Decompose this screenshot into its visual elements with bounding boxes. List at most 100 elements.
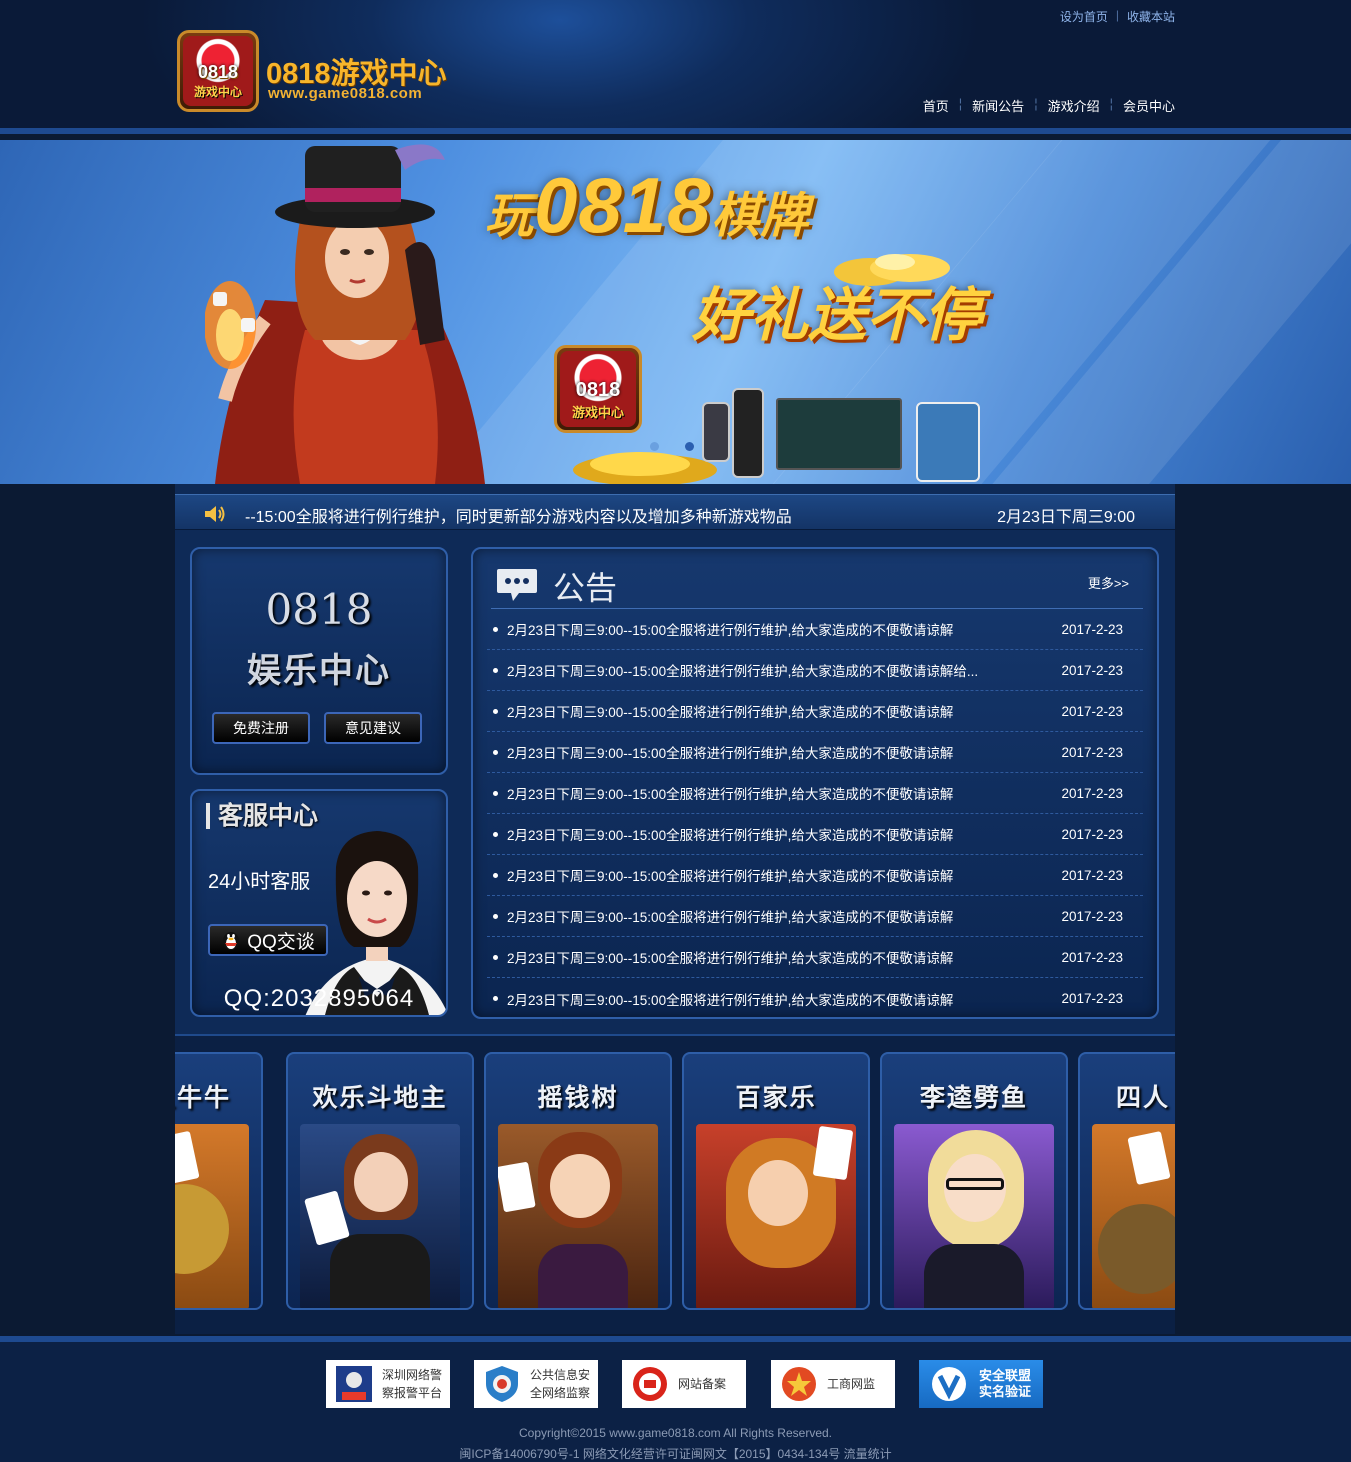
site-header: 0818 游戏中心 0818 游戏中心 www.game0818.com 设为首页…	[0, 0, 1351, 134]
ticker-time: 2月23日下周三9:00	[997, 509, 1135, 526]
list-item[interactable]: 2月23日下周三9:00--15:00全服将进行例行维护,给大家造成的不便敬请谅…	[487, 896, 1143, 937]
register-button[interactable]: 免费注册	[212, 712, 310, 744]
entertainment-title-number: 0818	[265, 585, 373, 634]
game-name: 人牛牛	[175, 1084, 231, 1112]
list-item[interactable]: 2月23日下周三9:00--15:00全服将进行例行维护,给大家造成的不便敬请谅…	[487, 609, 1143, 650]
list-item[interactable]: 2月23日下周三9:00--15:00全服将进行例行维护,给大家造成的不便敬请谅…	[487, 650, 1143, 691]
news-text: 2月23日下周三9:00--15:00全服将进行例行维护,给大家造成的不便敬请谅…	[507, 992, 954, 1008]
emblem-icon	[782, 1367, 816, 1401]
set-homepage-link[interactable]: 设为首页	[1060, 8, 1108, 25]
game-name: 百家乐	[735, 1084, 817, 1112]
news-date: 2017-2-23	[1061, 621, 1123, 637]
qq-chat-button[interactable]: QQ交谈	[208, 924, 328, 956]
list-item[interactable]: 2月23日下周三9:00--15:00全服将进行例行维护,给大家造成的不便敬请谅…	[487, 691, 1143, 732]
feedback-button[interactable]: 意见建议	[324, 712, 422, 744]
business-monitor-badge[interactable]: 工商网监	[771, 1360, 895, 1408]
badge-line2: 全网络监察	[530, 1386, 591, 1400]
news-text: 2月23日下周三9:00--15:00全服将进行例行维护,给大家造成的不便敬请谅…	[507, 787, 954, 802]
news-date: 2017-2-23	[1061, 744, 1123, 760]
announcement-ticker: --15:00全服将进行例行维护，同时更新部分游戏内容以及增加多种新游戏物品 2…	[175, 494, 1175, 530]
badge-line2: 察报警平台	[382, 1386, 443, 1400]
news-text: 2月23日下周三9:00--15:00全服将进行例行维护,给大家造成的不便敬请谅…	[507, 623, 954, 638]
qq-number: QQ:2032895064	[223, 985, 415, 1012]
list-item[interactable]: 2月23日下周三9:00--15:00全服将进行例行维护,给大家造成的不便敬请谅…	[487, 937, 1143, 978]
news-date: 2017-2-23	[1061, 826, 1123, 842]
phone-device-icon	[702, 402, 730, 462]
bookmark-link[interactable]: 收藏本站	[1127, 8, 1175, 25]
site-footer: 深圳网络警察报警平台 公共信息安 全网络监察 网站备案 工商网监 安全联盟 实名验证…	[0, 1336, 1351, 1462]
filing-seal-icon	[633, 1367, 667, 1401]
game-art-fishing	[894, 1124, 1054, 1308]
game-card[interactable]: 李逵劈鱼	[880, 1052, 1068, 1310]
game-name: 李逵劈鱼	[919, 1084, 1028, 1112]
news-text: 2月23日下周三9:00--15:00全服将进行例行维护,给大家造成的不便敬请谅…	[507, 910, 954, 925]
bullet	[493, 790, 498, 796]
news-text: 2月23日下周三9:00--15:00全服将进行例行维护,给大家造成的不便敬请谅…	[507, 951, 954, 966]
bullet	[493, 996, 498, 1001]
main-nav: 首页 ¦ 新闻公告 ¦ 游戏介绍 ¦ 会员中心	[913, 96, 1175, 115]
brand-url[interactable]: www.game0818.com	[268, 85, 422, 102]
list-item[interactable]: 2月23日下周三9:00--15:00全服将进行例行维护,给大家造成的不便敬请谅…	[487, 773, 1143, 814]
phone-device-icon	[732, 388, 764, 478]
promo-banner[interactable]: 玩0818棋牌 好礼送不停 0818 游戏中心	[0, 140, 1351, 484]
game-name: 四人	[1116, 1084, 1171, 1112]
news-date: 2017-2-23	[1061, 908, 1123, 924]
badge-text: 深圳网络警察报警平台	[382, 1366, 442, 1402]
bullet	[493, 667, 498, 673]
banner-logo-line1: 0818	[575, 379, 621, 401]
game-card[interactable]: 人牛牛	[175, 1052, 263, 1310]
badge-text: 工商网监	[827, 1375, 875, 1393]
news-date: 2017-2-23	[1061, 785, 1123, 801]
qq-chat-label: QQ交谈	[247, 931, 315, 953]
list-item[interactable]: 2月23日下周三9:00--15:00全服将进行例行维护,给大家造成的不便敬请谅…	[487, 732, 1143, 773]
announcement-panel: 公告 更多>> 2月23日下周三9:00--15:00全服将进行例行维护,给大家…	[471, 547, 1159, 1019]
list-item[interactable]: 2月23日下周三9:00--15:00全服将进行例行维护,给大家造成的不便敬请谅…	[487, 814, 1143, 855]
banner-character-illustration	[205, 144, 485, 484]
banner-headline-number: 0818	[534, 161, 712, 249]
banner-logo-line2: 游戏中心	[571, 405, 624, 420]
slide-dot-2[interactable]	[685, 442, 694, 451]
logo-line2: 游戏中心	[193, 85, 242, 99]
logo-line1: 0818	[197, 62, 239, 82]
announcement-header: 公告 更多>>	[491, 563, 1143, 609]
list-item[interactable]: 2月23日下周三9:00--15:00全服将进行例行维护,给大家造成的不便敬请谅…	[487, 855, 1143, 896]
banner-game-logo: 0818 游戏中心	[554, 345, 642, 433]
game-art-landlord	[300, 1124, 460, 1308]
badge-line1: 深圳网络警	[382, 1368, 443, 1382]
entertainment-title: 娱乐中心	[247, 652, 391, 690]
tablet-device-icon	[916, 402, 980, 482]
banner-slide-dots	[650, 442, 694, 451]
ticker-message[interactable]: --15:00全服将进行例行维护，同时更新部分游戏内容以及增加多种新游戏物品	[245, 503, 792, 527]
badge-line1: 工商网监	[827, 1377, 876, 1391]
more-link[interactable]: 更多>>	[1088, 573, 1129, 592]
announcement-title: 公告	[553, 570, 618, 606]
site-filing-badge[interactable]: 网站备案	[622, 1360, 746, 1408]
game-card[interactable]: 百家乐	[682, 1052, 870, 1310]
game-card[interactable]: 四人	[1078, 1052, 1175, 1310]
nav-home[interactable]: 首页	[913, 96, 959, 115]
badge-line2: 实名验证	[979, 1384, 1032, 1399]
game-art-baccarat	[696, 1124, 856, 1308]
cyber-police-badge[interactable]: 深圳网络警察报警平台	[326, 1360, 450, 1408]
slide-dot-1[interactable]	[650, 442, 659, 451]
service-hours: 24小时客服	[208, 871, 311, 893]
icp-license-text[interactable]: 闽ICP备14006790号-1 网络文化经营许可证闽网文【2015】0434-…	[0, 1445, 1351, 1462]
customer-service-panel: 客服中心 24小时客服 QQ交谈 QQ:2032895064	[190, 789, 448, 1017]
news-text: 2月23日下周三9:00--15:00全服将进行例行维护,给大家造成的不便敬请谅…	[507, 869, 954, 884]
nav-games[interactable]: 游戏介绍	[1038, 96, 1110, 115]
public-security-badge[interactable]: 公共信息安 全网络监察	[474, 1360, 598, 1408]
game-card[interactable]: 欢乐斗地主	[286, 1052, 474, 1310]
games-carousel[interactable]: 人牛牛 欢乐斗地主 摇钱树 百家乐	[175, 1034, 1175, 1334]
banner-headline-prefix: 玩	[485, 190, 535, 243]
gold-coins-icon	[834, 254, 950, 286]
police-badge-icon	[336, 1366, 372, 1402]
copyright-text: Copyright©2015 www.game0818.com All Righ…	[519, 1426, 832, 1440]
site-logo[interactable]: 0818 游戏中心	[177, 30, 259, 112]
list-item[interactable]: 2月23日下周三9:00--15:00全服将进行例行维护,给大家造成的不便敬请谅…	[487, 978, 1143, 1019]
entertainment-center-panel: 0818 娱乐中心 免费注册 意见建议	[190, 547, 448, 775]
bullet	[493, 626, 498, 632]
game-card[interactable]: 摇钱树	[484, 1052, 672, 1310]
nav-member[interactable]: 会员中心	[1113, 96, 1175, 115]
security-alliance-badge[interactable]: 安全联盟 实名验证	[919, 1360, 1043, 1408]
nav-news[interactable]: 新闻公告	[962, 96, 1034, 115]
